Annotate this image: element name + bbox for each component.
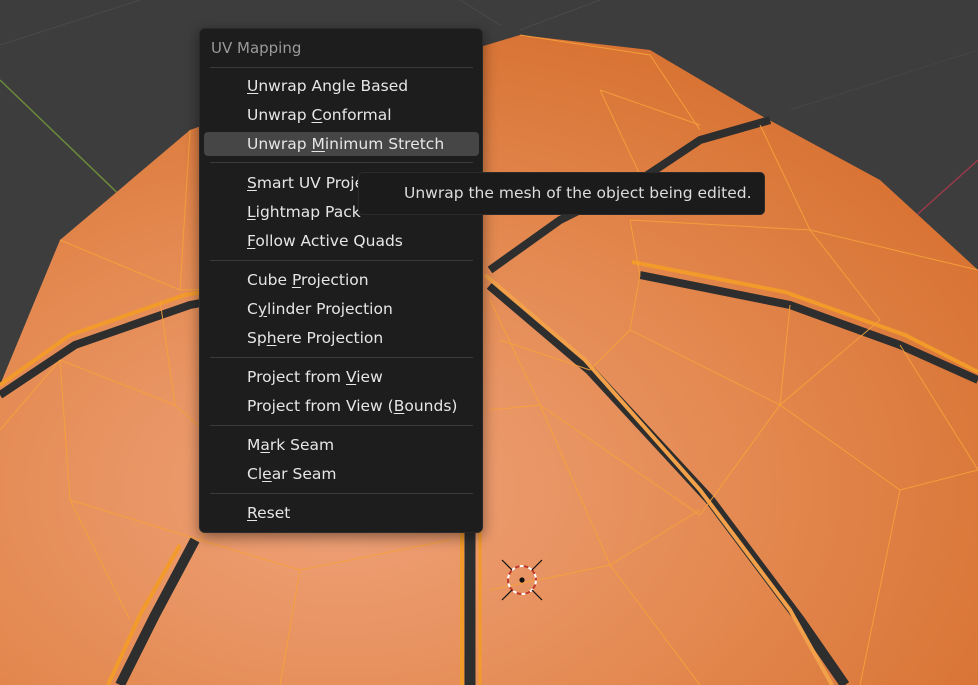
menu-title: UV Mapping xyxy=(211,39,302,57)
3d-cursor-icon xyxy=(501,559,543,601)
y-axis-line xyxy=(0,79,131,206)
menu-item-project-from-view-bounds[interactable]: Project from View (Bounds) xyxy=(204,394,479,418)
menu-item-cube-projection[interactable]: Cube Projection xyxy=(204,268,479,292)
menu-item-project-from-view[interactable]: Project from View xyxy=(204,365,479,389)
menu-separator xyxy=(210,493,473,494)
menu-item-follow-active-quads[interactable]: Follow Active Quads xyxy=(204,229,479,253)
menu-item-sphere-projection[interactable]: Sphere Projection xyxy=(204,326,479,350)
menu-separator xyxy=(210,162,473,163)
uv-mapping-menu: UV Mapping Unwrap Angle Based Unwrap Con… xyxy=(199,28,483,533)
tooltip: Unwrap the mesh of the object being edit… xyxy=(358,172,765,215)
menu-item-cylinder-projection[interactable]: Cylinder Projection xyxy=(204,297,479,321)
menu-separator xyxy=(210,425,473,426)
menu-separator xyxy=(210,67,473,68)
menu-item-unwrap-conformal[interactable]: Unwrap Conformal xyxy=(204,103,479,127)
menu-item-unwrap-minimum-stretch[interactable]: Unwrap Minimum Stretch xyxy=(204,132,479,156)
menu-item-mark-seam[interactable]: Mark Seam xyxy=(204,433,479,457)
menu-item-clear-seam[interactable]: Clear Seam xyxy=(204,462,479,486)
menu-separator xyxy=(210,260,473,261)
3d-viewport[interactable] xyxy=(0,0,978,685)
menu-item-reset[interactable]: Reset xyxy=(204,501,479,525)
mesh-surface xyxy=(0,35,978,685)
menu-separator xyxy=(210,357,473,358)
mesh-canvas xyxy=(0,0,978,685)
menu-item-unwrap-angle-based[interactable]: Unwrap Angle Based xyxy=(204,74,479,98)
